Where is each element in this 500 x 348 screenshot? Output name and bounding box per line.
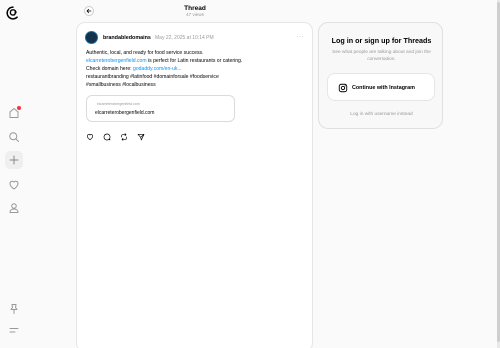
repost-icon[interactable] [120, 128, 128, 141]
post-line: Authentic, local, and ready for food ser… [86, 50, 204, 56]
menu-icon[interactable] [5, 321, 23, 339]
preview-domain: elcarreterobergenfield.com [95, 110, 155, 116]
page-title: Thread [184, 5, 206, 12]
post-body: Authentic, local, and ready for food ser… [86, 49, 306, 89]
username-login-link[interactable]: Log in with username instead [319, 112, 444, 117]
pin-icon[interactable] [5, 300, 23, 318]
post-text: Check domain here: [86, 66, 134, 72]
profile-icon[interactable] [5, 199, 23, 217]
continue-with-instagram-button[interactable]: Continue with Instagram [327, 73, 435, 101]
notification-dot [17, 106, 21, 110]
avatar[interactable] [85, 31, 98, 44]
instagram-button-label: Continue with Instagram [352, 85, 415, 91]
post-timestamp[interactable]: May 22, 2025 at 10:14 PM [155, 35, 214, 41]
login-panel: Log in or sign up for Threads See what p… [318, 22, 443, 129]
link-preview-card[interactable]: elcarreterobergenfield.com elcarreterobe… [86, 95, 235, 122]
post-text: is perfect for Latin restaurants or cate… [146, 58, 243, 64]
search-icon[interactable] [5, 128, 23, 146]
post-card: brandabledomains May 22, 2025 at 10:14 P… [76, 22, 313, 348]
login-title: Log in or sign up for Threads [331, 36, 432, 45]
post-hashtags: restaurantbranding #latinfood #domainfor… [86, 74, 219, 80]
heart-icon[interactable] [5, 176, 23, 194]
post-hashtags: #smallbusiness #localbusiness [86, 82, 156, 88]
domain-link[interactable]: elcarreterobergenfield.com [86, 58, 147, 64]
godaddy-link[interactable]: godaddy.com/en-uk... [133, 66, 182, 72]
view-count: 47 views [186, 12, 204, 17]
thread-header: Thread 47 views [76, 0, 314, 22]
post-username[interactable]: brandabledomains [103, 35, 151, 41]
post-actions [86, 128, 145, 141]
comment-icon[interactable] [103, 128, 111, 141]
home-icon[interactable] [5, 104, 23, 122]
instagram-icon [338, 83, 348, 93]
post-line: Check domain here: godaddy.com/en-uk... [86, 65, 306, 73]
post-line: elcarreterobergenfield.com is perfect fo… [86, 57, 306, 65]
add-icon[interactable] [5, 151, 23, 169]
preview-domain-small: elcarreterobergenfield.com [97, 102, 140, 106]
threads-logo-icon[interactable] [6, 6, 20, 20]
more-options-icon[interactable]: ··· [297, 34, 305, 40]
share-icon[interactable] [137, 128, 145, 141]
left-nav [0, 0, 28, 348]
like-icon[interactable] [86, 128, 94, 141]
login-subtitle: See what people are talking about and jo… [332, 50, 431, 62]
